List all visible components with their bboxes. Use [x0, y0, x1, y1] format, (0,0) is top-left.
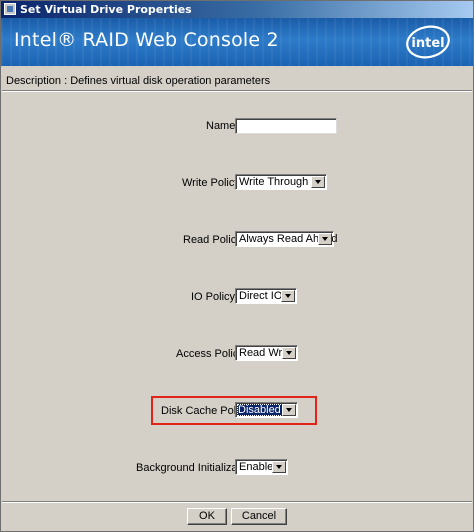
chevron-down-icon[interactable] — [311, 176, 325, 188]
intel-logo-text: intel — [411, 36, 444, 51]
access-policy-dropdown[interactable]: Read Write — [235, 345, 298, 361]
chevron-down-icon[interactable] — [281, 290, 295, 302]
io-policy-value: Direct IO — [239, 290, 283, 302]
window-app-icon — [4, 3, 16, 15]
chevron-down-icon[interactable] — [282, 404, 296, 416]
set-virtual-drive-properties-window: Set Virtual Drive Properties Intel® RAID… — [0, 0, 474, 532]
chevron-down-icon[interactable] — [272, 461, 286, 473]
description-text: Description : Defines virtual disk opera… — [6, 75, 271, 87]
io-policy-label: IO Policy : — [191, 291, 242, 303]
write-policy-dropdown[interactable]: Write Through — [235, 174, 327, 190]
read-policy-dropdown[interactable]: Always Read Ahead — [235, 231, 337, 247]
write-policy-label: Write Policy: — [182, 177, 243, 189]
window-title: Set Virtual Drive Properties — [20, 3, 192, 16]
description-divider — [2, 90, 472, 92]
title-bar[interactable]: Set Virtual Drive Properties — [1, 1, 473, 18]
intel-logo-icon: intel — [406, 25, 450, 59]
io-policy-dropdown[interactable]: Direct IO — [235, 288, 297, 304]
chevron-down-icon[interactable] — [282, 347, 296, 359]
disk-cache-policy-value: Disabled — [237, 404, 283, 416]
chevron-down-icon[interactable] — [318, 233, 332, 245]
product-name: Intel® RAID Web Console 2 — [14, 29, 279, 51]
write-policy-value: Write Through — [239, 176, 309, 188]
ok-button[interactable]: OK — [187, 508, 227, 525]
cancel-button[interactable]: Cancel — [231, 508, 287, 525]
name-label: Name: — [206, 120, 239, 132]
background-initialization-dropdown[interactable]: Enabled — [235, 459, 288, 475]
product-banner: Intel® RAID Web Console 2 — [1, 18, 473, 66]
button-bar-divider — [2, 501, 472, 503]
disk-cache-policy-dropdown[interactable]: Disabled — [235, 402, 298, 418]
name-input[interactable] — [235, 118, 337, 134]
